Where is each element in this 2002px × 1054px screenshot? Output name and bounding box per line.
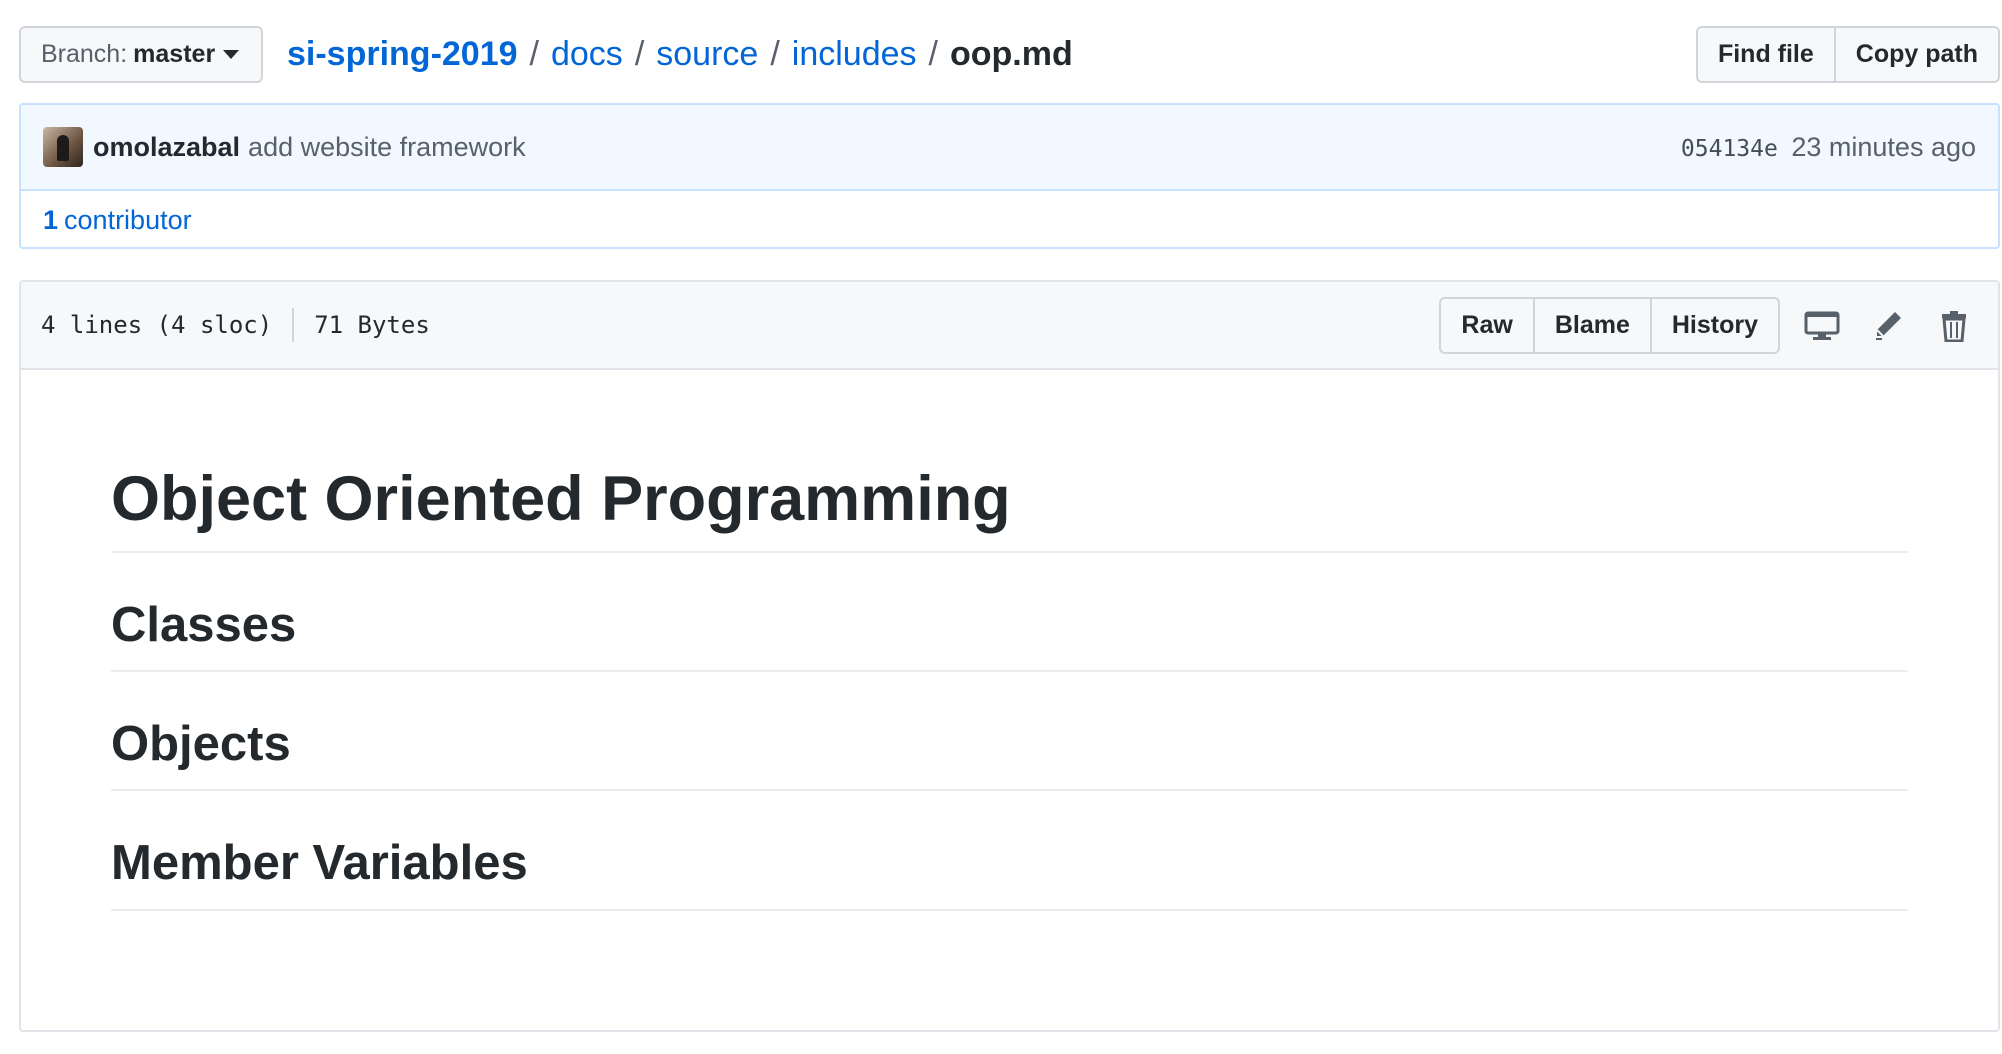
latest-commit-box: omolazabal add website framework 054134e…	[19, 103, 2000, 249]
file-viewer: 4 lines (4 sloc) 71 Bytes Raw Blame Hist…	[19, 280, 2000, 1032]
file-header: 4 lines (4 sloc) 71 Bytes Raw Blame Hist…	[21, 282, 1998, 370]
blame-button[interactable]: Blame	[1534, 297, 1652, 354]
heading-classes: Classes	[111, 595, 1908, 672]
commit-time: 23 minutes ago	[1791, 131, 1976, 162]
contributor-label: contributor	[64, 204, 192, 235]
file-actions: Raw Blame History	[1439, 297, 1978, 354]
breadcrumb-current-file: oop.md	[949, 35, 1073, 73]
breadcrumb-separator: /	[928, 35, 938, 73]
commit-meta: 054134e 23 minutes ago	[1681, 132, 1976, 163]
copy-path-button[interactable]: Copy path	[1835, 26, 2000, 83]
file-info: 4 lines (4 sloc) 71 Bytes	[41, 308, 430, 342]
markdown-body: Object Oriented Programming Classes Obje…	[21, 370, 1998, 911]
breadcrumb-separator: /	[770, 35, 780, 73]
breadcrumb-dir-source[interactable]: source	[656, 35, 758, 73]
heading-member-variables: Member Variables	[111, 833, 1908, 911]
branch-label: Branch:	[41, 40, 128, 68]
file-navigation: Branch: master si-spring-2019 / docs / sourc…	[19, 26, 2000, 83]
commit-message-link[interactable]: add website framework	[248, 132, 526, 163]
contributor-count: 1	[43, 204, 59, 235]
file-button-group: Raw Blame History	[1439, 297, 1780, 354]
breadcrumb-repo-link[interactable]: si-spring-2019	[287, 35, 518, 73]
file-nav-actions: Find file Copy path	[1695, 26, 2000, 83]
raw-button[interactable]: Raw	[1439, 297, 1535, 354]
file-size: 71 Bytes	[314, 311, 430, 339]
contributors-link[interactable]: 1 contributor	[43, 205, 192, 236]
caret-down-icon	[223, 50, 240, 59]
file-line-count: 4 lines (4 sloc)	[41, 311, 273, 339]
desktop-icon[interactable]	[1798, 302, 1846, 350]
heading-h1: Object Oriented Programming	[111, 460, 1908, 553]
branch-name: master	[133, 40, 216, 68]
commit-sha-link[interactable]: 054134e	[1681, 136, 1778, 162]
commit-tease: omolazabal add website framework 054134e…	[21, 105, 1998, 191]
trash-icon[interactable]	[1930, 302, 1978, 350]
history-button[interactable]: History	[1651, 297, 1780, 354]
pencil-icon[interactable]	[1864, 302, 1912, 350]
breadcrumb-dir-docs[interactable]: docs	[551, 35, 623, 73]
contributors-row: 1 contributor	[21, 191, 1998, 249]
heading-objects: Objects	[111, 714, 1908, 792]
file-info-divider	[292, 308, 295, 342]
breadcrumb-dir-includes[interactable]: includes	[792, 35, 917, 73]
branch-selector-button[interactable]: Branch: master	[19, 26, 263, 83]
breadcrumb-separator: /	[529, 35, 539, 73]
breadcrumb: si-spring-2019 / docs / source / includes / oop.…	[287, 32, 1073, 76]
commit-author-link[interactable]: omolazabal	[93, 132, 240, 163]
avatar[interactable]	[43, 127, 83, 167]
breadcrumb-separator: /	[634, 35, 645, 73]
find-file-button[interactable]: Find file	[1695, 26, 1836, 83]
